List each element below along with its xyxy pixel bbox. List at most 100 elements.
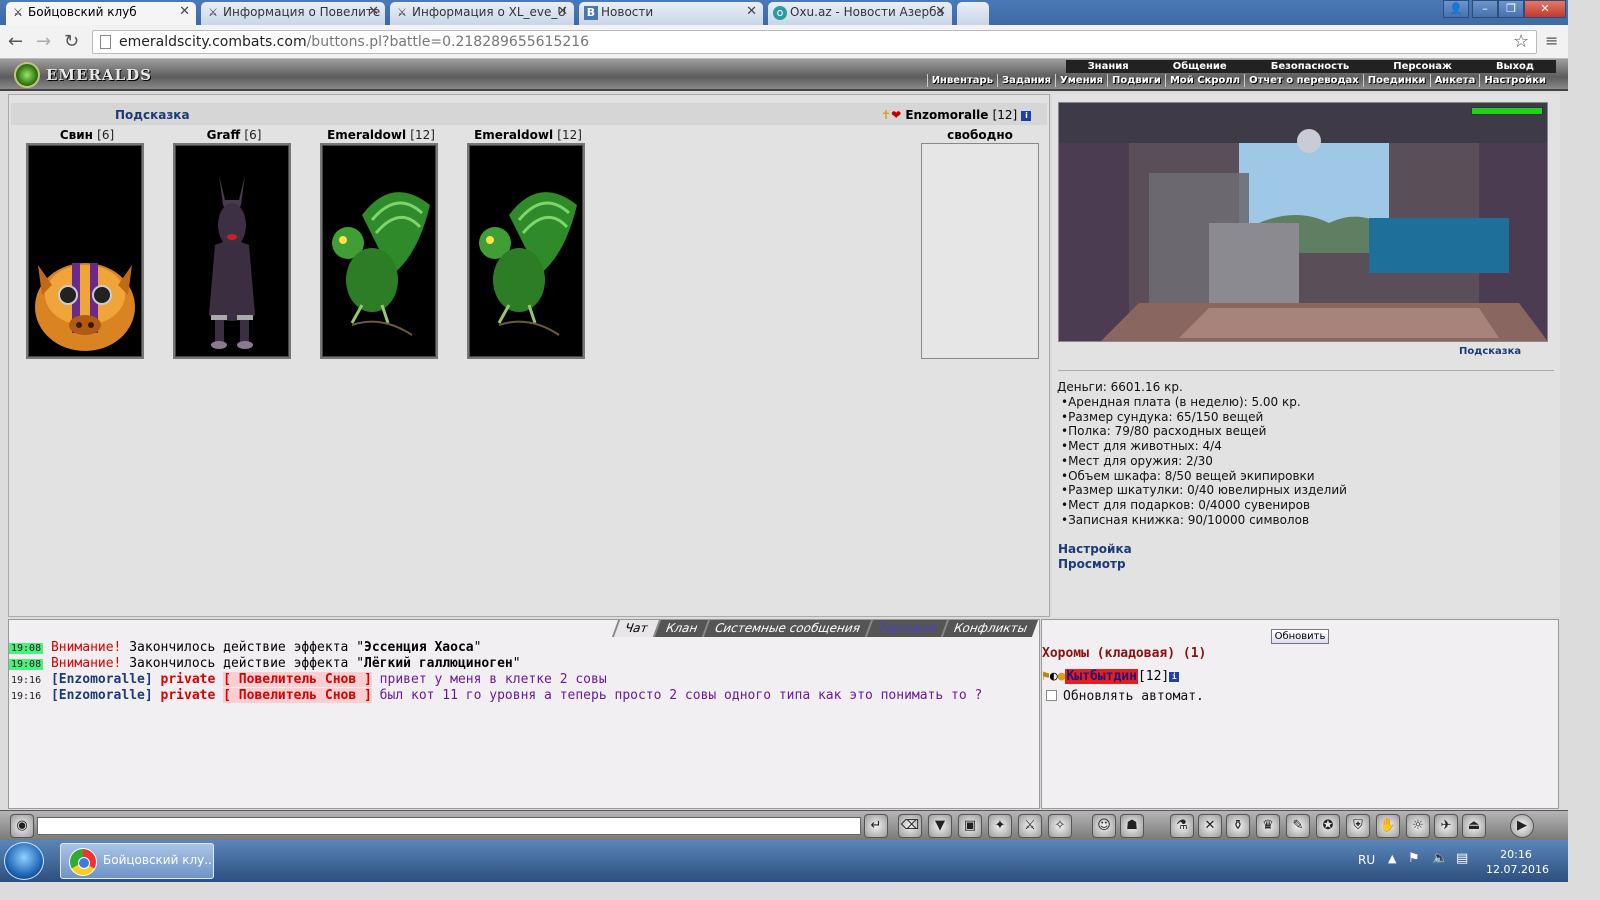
menu-icon[interactable]: ≡ xyxy=(1545,31,1558,50)
battle-icon[interactable]: ⚔ xyxy=(1018,814,1042,838)
pet-card-owl[interactable] xyxy=(467,143,585,359)
tab-title: Бойцовский клуб xyxy=(28,5,137,19)
tab-trade[interactable]: Торговля xyxy=(864,620,947,637)
hand-icon[interactable]: ✋ xyxy=(1376,814,1400,838)
owner-name[interactable]: Enzomoralle xyxy=(905,108,988,122)
magic-icon[interactable]: ✧ xyxy=(1048,814,1072,838)
menu-exit[interactable]: Выход xyxy=(1473,60,1556,73)
tab-fight-club[interactable]: ⚔ Бойцовский клуб ✕ xyxy=(6,2,196,25)
save-icon[interactable]: ▣ xyxy=(958,814,982,838)
tab-clan[interactable]: Клан xyxy=(652,620,709,637)
message-nick[interactable]: [Enzomoralle] xyxy=(51,672,153,687)
sword-icon[interactable]: ✕ xyxy=(1198,814,1222,838)
submenu-fights[interactable]: Поединки xyxy=(1362,74,1430,87)
start-button[interactable] xyxy=(4,842,44,880)
address-bar[interactable]: emeraldscity.combats.com/buttons.pl?batt… xyxy=(92,30,1537,54)
auto-update-option[interactable]: Обновлять автомат. xyxy=(1046,689,1204,704)
private-target[interactable]: [ Повелитель Снов ] xyxy=(223,688,372,703)
chat-toolbar: ◉ ↵ ⌫ ▼ ▣ ✦ ⚔ ✧ ☺ ☗ ⚗ ✕ ⚱ ♛ ✎ ✪ ⛨ ✋ ☼ ✈ … xyxy=(0,810,1568,840)
pet-card-dog[interactable] xyxy=(173,143,291,359)
settings-link[interactable]: Настройка xyxy=(1058,542,1132,556)
new-tab-button[interactable] xyxy=(957,2,989,25)
close-icon[interactable]: ✕ xyxy=(746,4,757,19)
auto-update-checkbox[interactable] xyxy=(1046,690,1057,701)
close-icon[interactable]: ✕ xyxy=(935,4,946,19)
tray-arrow-icon[interactable]: ▲ xyxy=(1388,852,1396,865)
close-window-button[interactable]: ✕ xyxy=(1524,0,1566,18)
info-icon[interactable]: i xyxy=(1169,671,1180,682)
chat-input[interactable] xyxy=(37,817,861,835)
submenu-profile[interactable]: Анкета xyxy=(1429,74,1480,87)
submenu-my-scroll[interactable]: Мой Скролл xyxy=(1164,74,1244,87)
menu-security[interactable]: Безопасность xyxy=(1248,60,1372,73)
user-name[interactable]: Кытбытдин xyxy=(1065,669,1138,684)
close-icon[interactable]: ✕ xyxy=(368,4,379,19)
flask-icon[interactable]: ⚗ xyxy=(1170,814,1194,838)
volume-icon[interactable]: 🔈 xyxy=(1432,851,1448,866)
message-nick[interactable]: [Enzomoralle] xyxy=(51,688,153,703)
tab-info-povelitel[interactable]: ⚔ Информация о Повелите ✕ xyxy=(201,2,385,25)
submenu-quests[interactable]: Задания xyxy=(997,74,1055,87)
back-arrow-icon[interactable]: ← xyxy=(8,31,23,52)
tab-conflicts[interactable]: Конфликты xyxy=(940,620,1039,637)
maximize-button[interactable]: ❐ xyxy=(1498,0,1524,18)
close-icon[interactable]: ✕ xyxy=(557,4,568,19)
tab-system-messages[interactable]: Системные сообщения xyxy=(701,620,872,637)
hint-link[interactable]: Подсказка xyxy=(115,108,190,122)
user-icon[interactable]: 👤 xyxy=(1443,0,1469,18)
send-icon[interactable]: ↵ xyxy=(864,814,888,838)
room-hint-link[interactable]: Подсказка xyxy=(1459,346,1521,357)
eraser-icon[interactable]: ⌫ xyxy=(898,814,922,838)
view-link[interactable]: Просмотр xyxy=(1058,557,1126,571)
info-icon[interactable]: i xyxy=(1021,110,1032,121)
bird-icon[interactable]: ✈ xyxy=(1434,814,1458,838)
system-clock[interactable]: 20:16 12.07.2016 xyxy=(1486,847,1549,877)
treasure-icon[interactable]: ♛ xyxy=(1256,814,1280,838)
pet-card-pig[interactable] xyxy=(26,143,144,359)
reload-icon[interactable]: ↻ xyxy=(64,31,79,52)
submenu-transfer-report[interactable]: Отчет о переводах xyxy=(1244,74,1363,87)
pet-storage-area: Подсказка ✝❤ Enzomoralle [12] i Свин [6]… xyxy=(8,94,1050,617)
tab-chat[interactable]: Чат xyxy=(611,620,659,637)
exit-icon[interactable]: ⏏ xyxy=(1462,814,1486,838)
crossed-swords-icon: ⚔ xyxy=(397,6,407,19)
submenu-inventory[interactable]: Инвентарь xyxy=(926,74,997,87)
network-icon[interactable]: ▤ xyxy=(1456,851,1468,866)
tab-info-xl-eve[interactable]: ⚔ Информация о XL_eve_U ✕ xyxy=(390,2,574,25)
pet-card-owl[interactable] xyxy=(320,143,438,359)
submenu-skills[interactable]: Умения xyxy=(1055,74,1107,87)
tab-oxu[interactable]: o Oxu.az - Новости Азерба ✕ xyxy=(768,2,952,25)
free-pet-slot[interactable] xyxy=(921,143,1039,359)
tab-news[interactable]: В Новости ✕ xyxy=(579,2,763,25)
refresh-button[interactable]: Обновить xyxy=(1271,629,1329,644)
menu-communication[interactable]: Общение xyxy=(1150,60,1249,73)
filter-icon[interactable]: ▼ xyxy=(928,814,952,838)
sub-menu: Инвентарь Задания Умения Подвиги Мой Скр… xyxy=(926,74,1550,87)
bookmark-star-icon[interactable]: ☆ xyxy=(1513,31,1529,52)
private-target[interactable]: [ Повелитель Снов ] xyxy=(223,672,372,687)
close-icon[interactable]: ✕ xyxy=(179,4,190,19)
bottle-icon[interactable]: ⚱ xyxy=(1226,814,1250,838)
language-indicator[interactable]: RU xyxy=(1358,853,1375,867)
owner-info: ✝❤ Enzomoralle [12] i xyxy=(881,108,1032,122)
gun-icon[interactable]: ✪ xyxy=(1316,814,1340,838)
smiley-icon[interactable]: ☺ xyxy=(1092,814,1116,838)
scroll-icon[interactable]: ✎ xyxy=(1286,814,1310,838)
forward-arrow-icon[interactable]: → xyxy=(36,31,51,52)
effect-name: Лёгкий галлюциноген xyxy=(364,656,513,671)
submenu-deeds[interactable]: Подвиги xyxy=(1107,74,1165,87)
taskbar-chrome-item[interactable]: Бойцовский клу... xyxy=(60,843,214,879)
flag-icon[interactable]: ⚑ xyxy=(1408,851,1420,866)
fighter-icon[interactable]: ✦ xyxy=(988,814,1012,838)
submenu-settings[interactable]: Настройки xyxy=(1479,74,1550,87)
minimize-button[interactable]: – xyxy=(1472,0,1498,18)
emeralds-logo[interactable]: EMERALDS xyxy=(12,61,152,89)
chat-mode-icon[interactable]: ◉ xyxy=(10,814,34,838)
clan-icon[interactable]: ☗ xyxy=(1120,814,1144,838)
play-icon[interactable]: ▶ xyxy=(1510,814,1534,838)
menu-character[interactable]: Персонаж xyxy=(1371,60,1474,73)
menu-knowledge[interactable]: Знания xyxy=(1065,60,1151,73)
group-icon[interactable]: ☼ xyxy=(1406,814,1430,838)
free-slot-label: свободно xyxy=(947,128,1013,142)
shield-icon[interactable]: ⛨ xyxy=(1346,814,1370,838)
